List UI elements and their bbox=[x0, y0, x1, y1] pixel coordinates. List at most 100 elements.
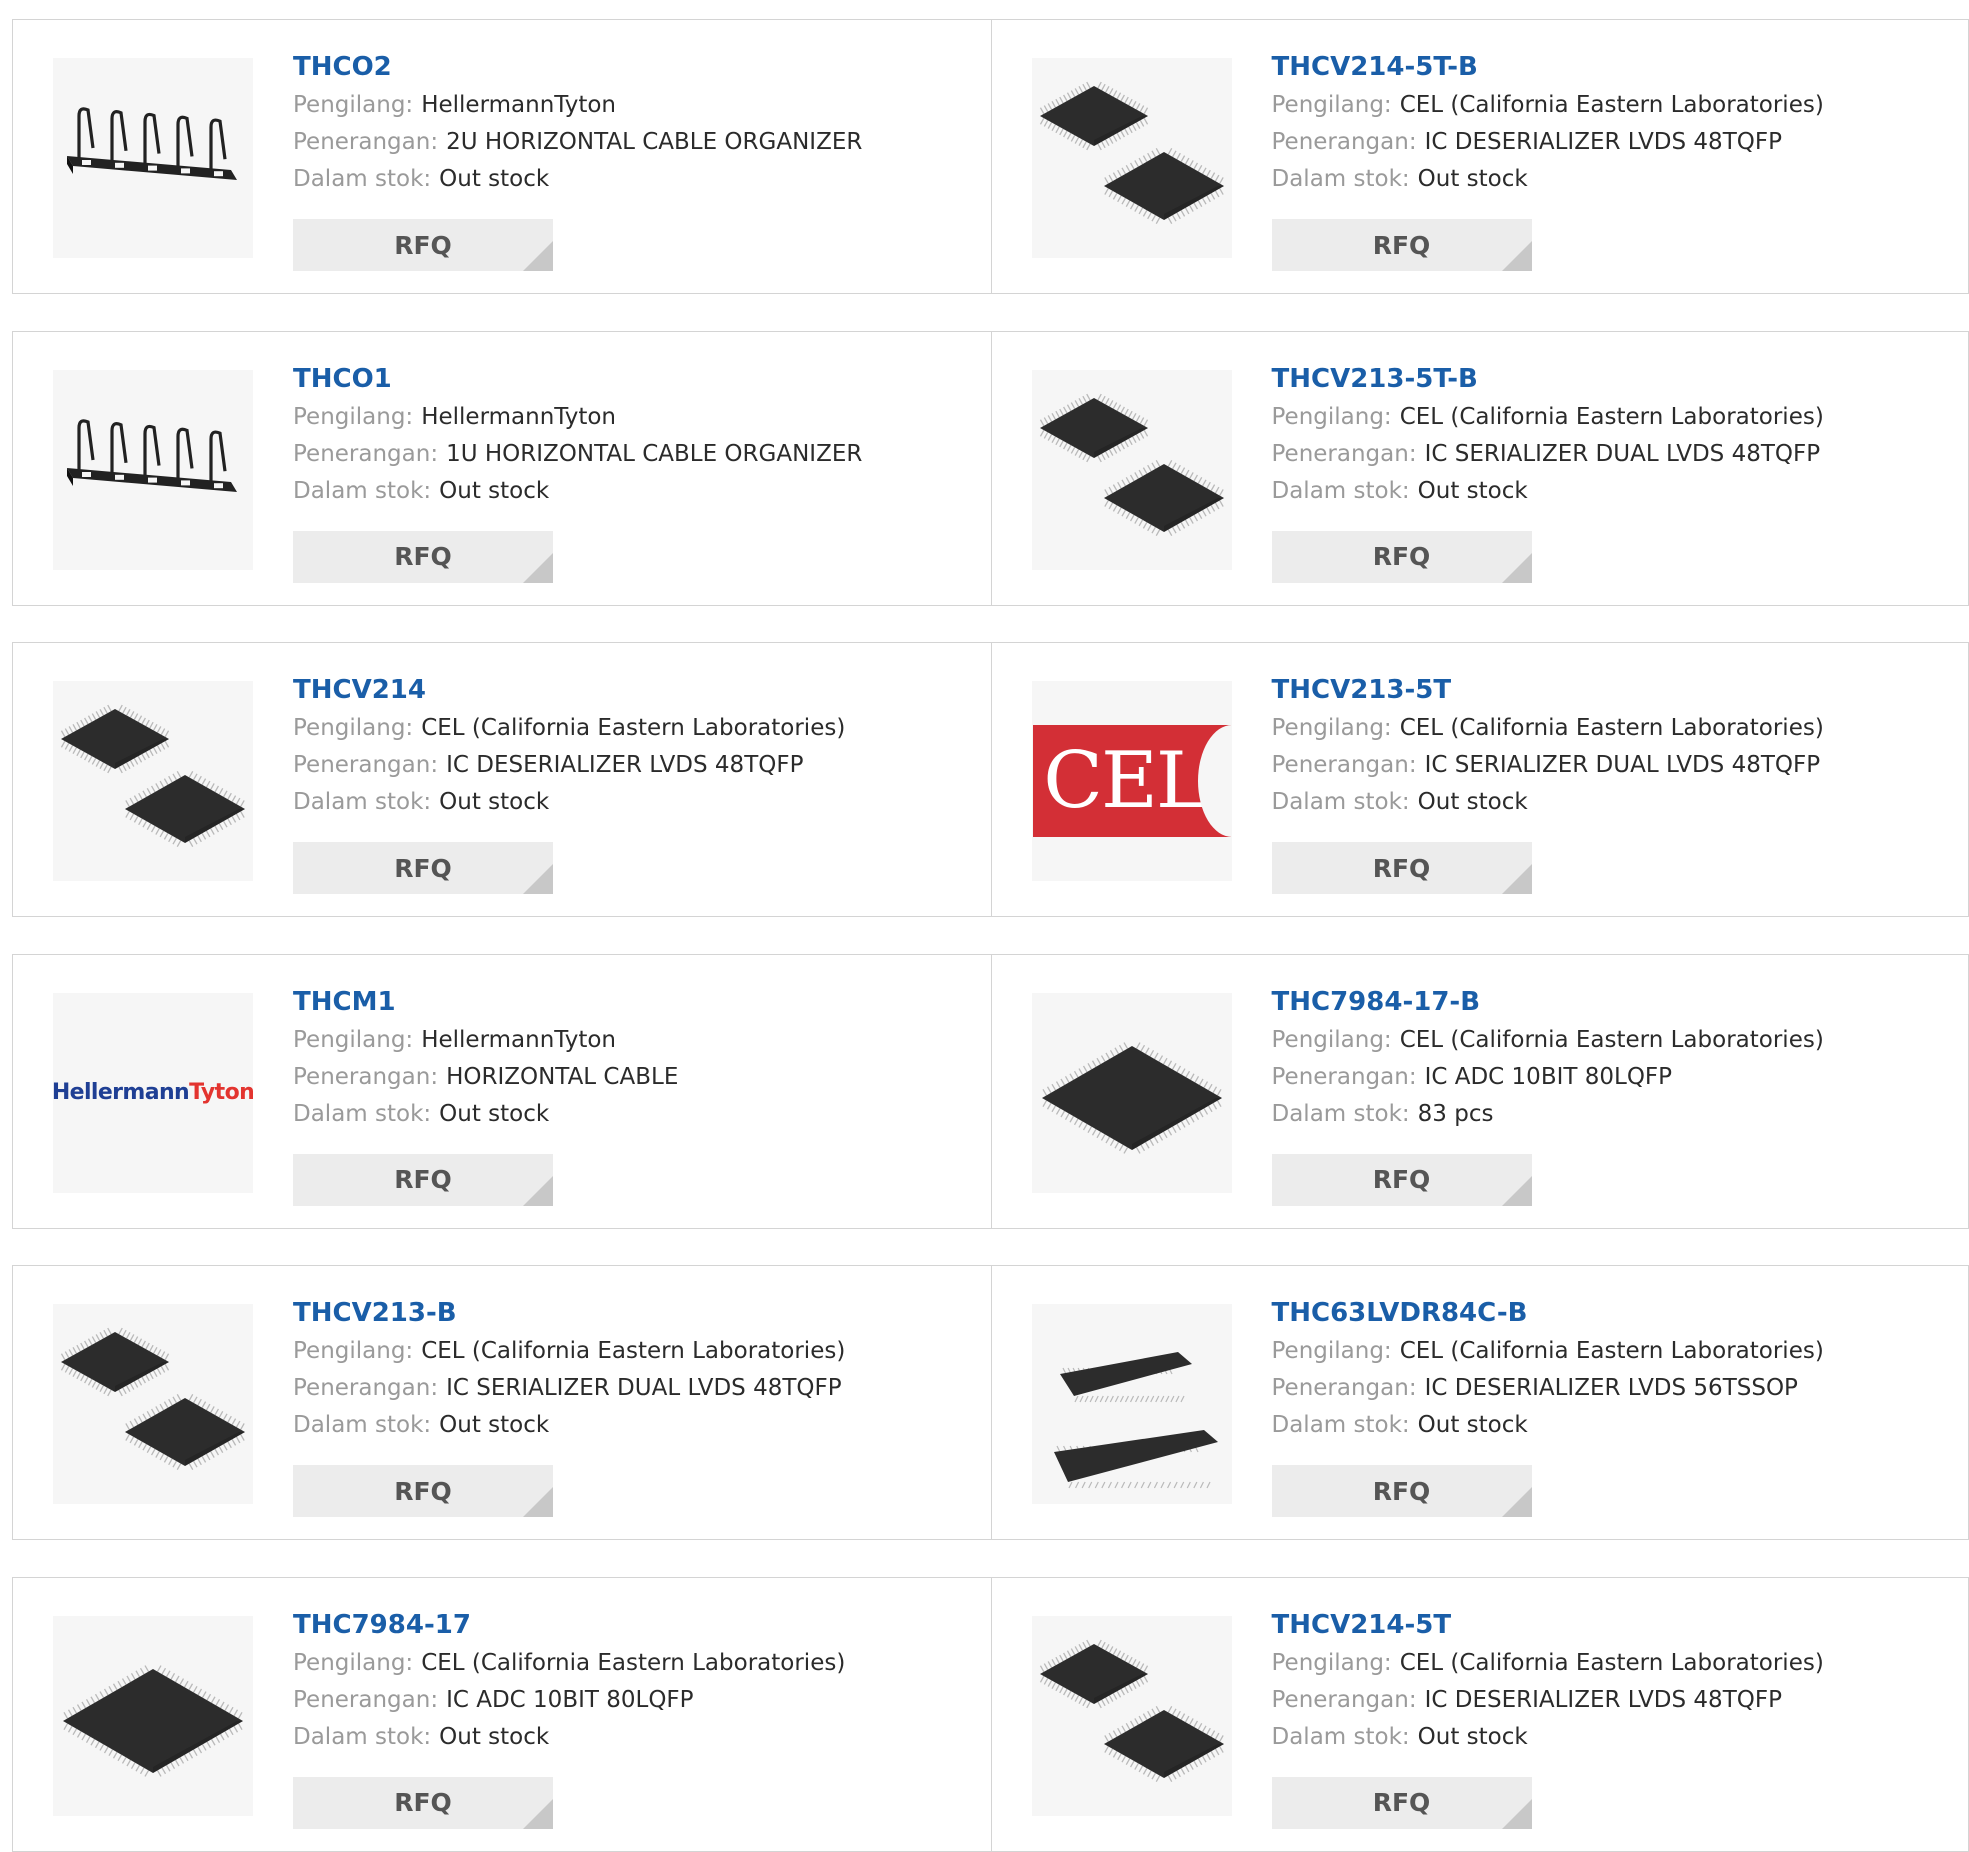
part-number-link[interactable]: THCV213-5T-B bbox=[1272, 359, 1959, 399]
description-field: Penerangan: IC DESERIALIZER LVDS 48TQFP bbox=[1272, 124, 1959, 161]
product-thumbnail[interactable] bbox=[1031, 58, 1232, 258]
rfq-button[interactable]: RFQ bbox=[293, 1153, 553, 1206]
description-label: Penerangan: bbox=[1271, 752, 1417, 778]
part-number-link[interactable]: THCO1 bbox=[293, 359, 981, 399]
stock-field: Dalam stok: Out stock bbox=[1272, 473, 1959, 510]
manufacturer-value: HellermannTyton bbox=[421, 92, 617, 118]
product-thumbnail[interactable] bbox=[53, 681, 253, 881]
stock-value: Out stock bbox=[1417, 789, 1528, 815]
description-value: IC SERIALIZER DUAL LVDS 48TQFP bbox=[1424, 440, 1821, 467]
chip-tssop-pair-icon bbox=[1053, 1352, 1218, 1489]
part-number-link[interactable]: THC7984-17 bbox=[293, 1605, 981, 1645]
stock-label: Dalam stok: bbox=[293, 166, 432, 192]
part-number-link[interactable]: THCV213-B bbox=[293, 1293, 981, 1333]
product-thumbnail[interactable] bbox=[1031, 1615, 1232, 1816]
part-number-link[interactable]: THCO2 bbox=[293, 47, 981, 87]
rfq-button[interactable]: RFQ bbox=[1271, 530, 1532, 583]
stock-value: Out stock bbox=[1417, 477, 1528, 504]
product-info: THCV213-5T-B Pengilang: CEL (California E… bbox=[1272, 359, 1959, 510]
product-card: THCV214 Pengilang: CEL (California Easter… bbox=[13, 643, 991, 916]
manufacturer-value: CEL (California Eastern Laboratories) bbox=[1399, 1338, 1824, 1364]
product-thumbnail[interactable] bbox=[1031, 369, 1232, 570]
stock-label: Dalam stok: bbox=[1271, 1412, 1410, 1438]
part-number-link[interactable]: THCM1 bbox=[293, 982, 981, 1022]
rfq-label: RFQ bbox=[1372, 853, 1431, 883]
product-row: THCV214 Pengilang: CEL (California Easter… bbox=[12, 642, 1969, 917]
manufacturer-label: Pengilang: bbox=[293, 1026, 414, 1053]
part-number-link[interactable]: THC7984-17-B bbox=[1272, 982, 1959, 1022]
rfq-button[interactable]: RFQ bbox=[293, 842, 553, 894]
stock-value: Out stock bbox=[439, 166, 550, 192]
rfq-label: RFQ bbox=[1372, 1476, 1431, 1506]
product-thumbnail[interactable] bbox=[1031, 992, 1232, 1193]
product-thumbnail[interactable] bbox=[1031, 1304, 1232, 1504]
part-number-link[interactable]: THC63LVDR84C-B bbox=[1272, 1293, 1959, 1333]
product-row: THCO1 Pengilang: HellermannTyton Penerang… bbox=[12, 330, 1969, 606]
manufacturer-field: Pengilang: CEL (California Eastern Labora… bbox=[293, 1333, 981, 1370]
chip-tqfp-pair-icon bbox=[1039, 393, 1224, 536]
stock-value: Out stock bbox=[439, 1412, 550, 1438]
part-number-link[interactable]: THCV214-5T bbox=[1272, 1605, 1959, 1645]
description-value: IC ADC 10BIT 80LQFP bbox=[1424, 1063, 1673, 1090]
product-thumbnail[interactable] bbox=[53, 58, 253, 258]
manufacturer-field: Pengilang: CEL (California Eastern Labora… bbox=[293, 1645, 981, 1682]
manufacturer-value: CEL (California Eastern Laboratories) bbox=[1399, 92, 1824, 118]
manufacturer-label: Pengilang: bbox=[1271, 403, 1392, 430]
description-field: Penerangan: IC SERIALIZER DUAL LVDS 48TQF… bbox=[293, 1370, 981, 1407]
rfq-button[interactable]: RFQ bbox=[293, 1776, 553, 1829]
corner-triangle-icon bbox=[523, 1487, 553, 1517]
rfq-button[interactable]: RFQ bbox=[293, 1465, 553, 1517]
manufacturer-field: Pengilang: CEL (California Eastern Labora… bbox=[1272, 710, 1959, 747]
manufacturer-field: Pengilang: CEL (California Eastern Labora… bbox=[1272, 87, 1959, 124]
stock-value: Out stock bbox=[439, 477, 550, 504]
stock-label: Dalam stok: bbox=[293, 789, 432, 815]
stock-value: Out stock bbox=[439, 1723, 550, 1750]
rfq-button[interactable]: RFQ bbox=[1271, 1153, 1532, 1206]
description-field: Penerangan: IC ADC 10BIT 80LQFP bbox=[293, 1682, 981, 1719]
rfq-label: RFQ bbox=[1372, 542, 1431, 571]
manufacturer-value: CEL (California Eastern Laboratories) bbox=[1399, 715, 1824, 741]
description-value: IC SERIALIZER DUAL LVDS 48TQFP bbox=[1424, 752, 1821, 778]
manufacturer-label: Pengilang: bbox=[1271, 1026, 1392, 1053]
manufacturer-field: Pengilang: CEL (California Eastern Labora… bbox=[1272, 1022, 1959, 1059]
part-number-link[interactable]: THCV214 bbox=[293, 670, 981, 710]
cel-logo: CEL bbox=[1032, 725, 1232, 837]
description-field: Penerangan: IC SERIALIZER DUAL LVDS 48TQF… bbox=[1272, 747, 1959, 784]
rfq-button[interactable]: RFQ bbox=[1271, 842, 1532, 894]
part-number-link[interactable]: THCV214-5T-B bbox=[1272, 47, 1959, 87]
product-thumbnail[interactable]: HellermannTyton bbox=[53, 992, 253, 1193]
manufacturer-field: Pengilang: CEL (California Eastern Labora… bbox=[1272, 399, 1959, 436]
rfq-label: RFQ bbox=[394, 1788, 452, 1817]
corner-triangle-icon bbox=[1501, 864, 1532, 894]
stock-field: Dalam stok: Out stock bbox=[1272, 1719, 1959, 1756]
manufacturer-value: CEL (California Eastern Laboratories) bbox=[1399, 1649, 1824, 1676]
product-thumbnail[interactable]: CEL bbox=[1031, 681, 1232, 881]
chip-tqfp-pair-icon bbox=[1039, 81, 1224, 224]
part-number-link[interactable]: THCV213-5T bbox=[1272, 670, 1959, 710]
corner-triangle-icon bbox=[1501, 1487, 1532, 1517]
description-field: Penerangan: 1U HORIZONTAL CABLE ORGANIZER bbox=[293, 436, 981, 473]
product-thumbnail[interactable] bbox=[53, 1615, 253, 1816]
corner-triangle-icon bbox=[1501, 1175, 1532, 1206]
rfq-button[interactable]: RFQ bbox=[1271, 1465, 1532, 1517]
rfq-button[interactable]: RFQ bbox=[1271, 1776, 1532, 1829]
description-label: Penerangan: bbox=[293, 440, 439, 467]
description-value: IC SERIALIZER DUAL LVDS 48TQFP bbox=[446, 1375, 842, 1401]
description-field: Penerangan: IC DESERIALIZER LVDS 56TSSOP bbox=[1272, 1370, 1959, 1407]
rfq-button[interactable]: RFQ bbox=[1271, 219, 1532, 271]
manufacturer-label: Pengilang: bbox=[1271, 1649, 1392, 1676]
product-thumbnail[interactable] bbox=[53, 369, 253, 570]
rfq-button[interactable]: RFQ bbox=[293, 530, 553, 583]
rfq-button[interactable]: RFQ bbox=[293, 219, 553, 271]
rfq-label: RFQ bbox=[394, 1476, 452, 1506]
product-thumbnail[interactable] bbox=[53, 1304, 253, 1504]
product-info: THCV214-5T-B Pengilang: CEL (California E… bbox=[1272, 47, 1959, 198]
manufacturer-field: Pengilang: CEL (California Eastern Labora… bbox=[293, 710, 981, 747]
product-card: THC7984-17 Pengilang: CEL (California Eas… bbox=[13, 1578, 991, 1851]
hellermanntyton-logo: HellermannTyton bbox=[53, 1080, 253, 1105]
product-card: THCV214-5T-B Pengilang: CEL (California E… bbox=[990, 20, 1969, 293]
stock-value: Out stock bbox=[1417, 1723, 1528, 1750]
description-value: IC ADC 10BIT 80LQFP bbox=[446, 1686, 694, 1713]
manufacturer-value: CEL (California Eastern Laboratories) bbox=[421, 1338, 846, 1364]
stock-value: Out stock bbox=[439, 789, 550, 815]
